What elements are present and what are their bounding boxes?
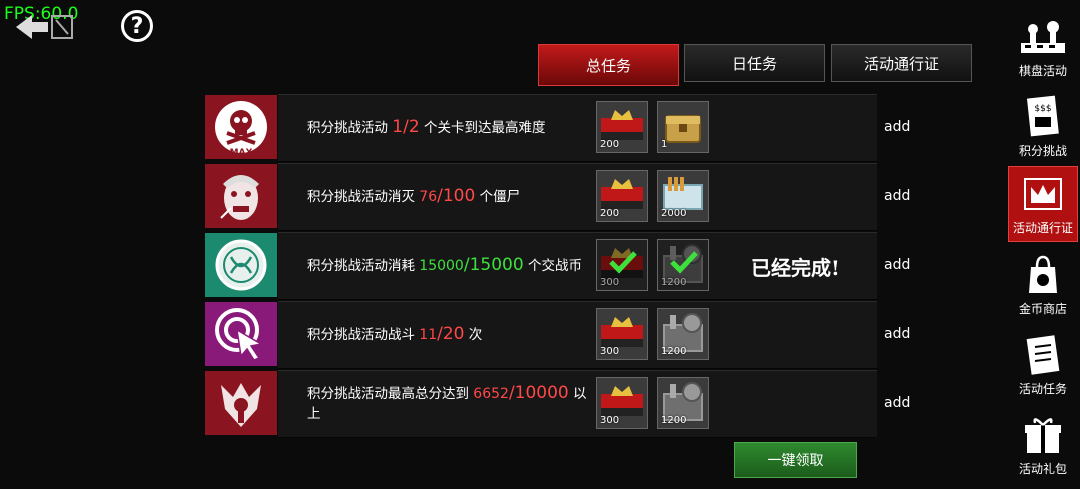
sidebar-label: 活动通行证 xyxy=(1012,221,1073,235)
sidebar-item-event-pass[interactable]: 活动通行证 xyxy=(1008,166,1078,242)
task-progress-current: 76 xyxy=(419,188,438,205)
task-row: 积分挑战活动战斗 11/20 次 300 1200 add xyxy=(203,301,910,369)
task-description: 积分挑战活动消耗 15000/15000 个交战币 xyxy=(307,254,582,275)
add-button[interactable]: add xyxy=(884,326,910,342)
sidebar-label: 金币商店 xyxy=(1018,302,1067,316)
task-row: MAX 积分挑战活动 1/2 个关卡到达最高难度 200 1 add xyxy=(203,94,910,162)
reward-ticket[interactable]: 200 xyxy=(596,101,648,153)
completed-label: 已经完成! xyxy=(751,256,840,280)
task-text-suffix: 个关卡到达最高难度 xyxy=(419,119,546,136)
checkmark-icon xyxy=(609,251,637,274)
battle-coin-icon xyxy=(203,232,278,298)
task-text-suffix: 个僵尸 xyxy=(475,188,521,205)
task-text: 积分挑战活动战斗 xyxy=(307,326,420,343)
add-button[interactable]: add xyxy=(884,119,910,135)
task-text: 积分挑战活动消耗 xyxy=(307,257,420,274)
reward-qty: 1200 xyxy=(661,277,687,288)
tab-total-tasks[interactable]: 总任务 xyxy=(538,44,679,86)
tab-label: 日任务 xyxy=(731,54,777,73)
task-text: 积分挑战活动最高总分达到 xyxy=(307,385,474,402)
sidebar-item-chess-event[interactable]: 棋盘活动 xyxy=(1008,10,1078,86)
score-card-icon: $$$ xyxy=(1019,94,1067,140)
reward-ticket[interactable]: 300 xyxy=(596,377,648,429)
reward-ammo[interactable]: 2000 xyxy=(657,170,709,222)
sidebar-label: 棋盘活动 xyxy=(1018,64,1067,78)
help-glyph: ? xyxy=(130,13,144,39)
sidebar-item-coin-shop[interactable]: 金币商店 xyxy=(1008,248,1078,324)
back-icon[interactable] xyxy=(14,12,76,42)
reward-qty: 2000 xyxy=(661,208,687,219)
tab-event-pass[interactable]: 活动通行证 xyxy=(831,44,972,82)
task-tabs: 总任务 日任务 活动通行证 xyxy=(538,44,972,86)
tab-label: 总任务 xyxy=(585,56,631,75)
reward-qty: 300 xyxy=(600,346,620,357)
gift-box-icon xyxy=(1019,412,1067,458)
task-row: 积分挑战活动消灭 76/100 个僵尸 200 2000 add xyxy=(203,163,910,231)
task-progress-current: 15000 xyxy=(419,257,464,274)
task-text-suffix: 次 xyxy=(464,326,483,343)
sidebar-item-event-tasks[interactable]: 活动任务 xyxy=(1008,328,1078,404)
reward-qty: 1200 xyxy=(661,346,687,357)
task-description: 积分挑战活动战斗 11/20 次 xyxy=(307,323,483,344)
tap-cursor-icon xyxy=(203,301,278,367)
reward-gear-crate: 1200 xyxy=(657,239,709,291)
reward-qty: 300 xyxy=(600,415,620,426)
task-description: 积分挑战活动最高总分达到 6652/10000 以上 xyxy=(307,382,587,422)
claim-all-button[interactable]: 一键领取 xyxy=(734,442,857,478)
task-progress-target: 100 xyxy=(442,185,476,206)
claim-all-label: 一键领取 xyxy=(767,453,824,469)
tab-daily-tasks[interactable]: 日任务 xyxy=(684,44,825,82)
task-text: 积分挑战活动 xyxy=(307,119,393,136)
task-progress: 1/2 xyxy=(392,116,420,137)
tab-label: 活动通行证 xyxy=(863,54,939,73)
task-progress-target: 15000 xyxy=(469,254,524,275)
task-progress-target: 10000 xyxy=(514,382,569,403)
reward-chest[interactable]: 1 xyxy=(657,101,709,153)
event-sidebar: 棋盘活动 $$$ 积分挑战 活动通行证 金币商店 活动任务 活动礼包 xyxy=(1000,0,1080,489)
reward-ticket[interactable]: 200 xyxy=(596,170,648,222)
max-label: MAX xyxy=(229,148,252,157)
chess-icon xyxy=(1019,14,1067,60)
task-progress-current: 6652 xyxy=(473,385,509,402)
checklist-icon xyxy=(1019,332,1067,378)
reward-qty: 1200 xyxy=(661,415,687,426)
reward-gear-crate[interactable]: 1200 xyxy=(657,377,709,429)
reward-qty: 200 xyxy=(600,208,620,219)
sidebar-item-score-challenge[interactable]: $$$ 积分挑战 xyxy=(1008,90,1078,166)
add-button[interactable]: add xyxy=(884,188,910,204)
add-button[interactable]: add xyxy=(884,257,910,273)
sidebar-label: 积分挑战 xyxy=(1018,144,1067,158)
help-icon[interactable]: ? xyxy=(121,10,153,42)
task-progress-current: 11 xyxy=(419,326,438,343)
reward-qty: 200 xyxy=(600,139,620,150)
reward-ticket: 300 xyxy=(596,239,648,291)
task-description: 积分挑战活动 1/2 个关卡到达最高难度 xyxy=(307,94,587,160)
task-row: 积分挑战活动消耗 15000/15000 个交战币 300 1200 已经完成!… xyxy=(203,232,910,300)
sidebar-label: 活动礼包 xyxy=(1018,462,1067,476)
task-row: 积分挑战活动最高总分达到 6652/10000 以上 300 1200 add xyxy=(203,370,910,438)
reward-gear-crate[interactable]: 1200 xyxy=(657,308,709,360)
crown-pass-icon xyxy=(1019,171,1067,217)
task-progress-target: 20 xyxy=(442,323,465,344)
checkmark-icon xyxy=(670,251,698,274)
eagle-emblem-icon xyxy=(203,370,278,436)
svg-text:$$$: $$$ xyxy=(1034,104,1051,114)
zombie-face-icon xyxy=(203,163,278,229)
reward-qty: 1 xyxy=(661,139,668,150)
add-button[interactable]: add xyxy=(884,395,910,411)
task-description: 积分挑战活动消灭 76/100 个僵尸 xyxy=(307,185,521,206)
shopping-bag-icon xyxy=(1019,252,1067,298)
skull-max-icon: MAX xyxy=(203,94,278,160)
sidebar-item-event-packs[interactable]: 活动礼包 xyxy=(1008,408,1078,484)
task-text: 积分挑战活动消灭 xyxy=(307,188,420,205)
reward-ticket[interactable]: 300 xyxy=(596,308,648,360)
sidebar-label: 活动任务 xyxy=(1018,382,1067,396)
task-text-suffix: 个交战币 xyxy=(523,257,582,274)
reward-qty: 300 xyxy=(600,277,620,288)
